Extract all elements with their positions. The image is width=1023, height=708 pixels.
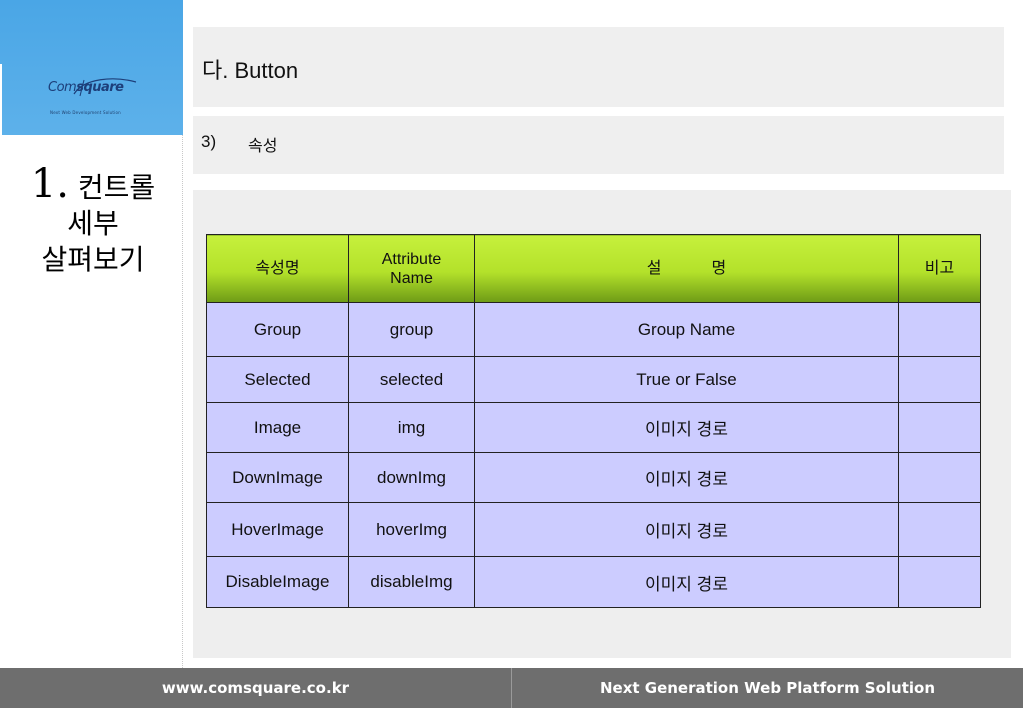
section-title-line1: 컨트롤	[77, 171, 156, 204]
section-title: 1. 컨트롤 세부 살펴보기	[8, 164, 178, 278]
section-number: 1.	[30, 161, 69, 207]
table-row: Group group Group Name	[206, 302, 981, 357]
page-title: 다. Button	[202, 58, 299, 83]
cell-attr: disableImg	[348, 556, 475, 608]
cell-attr: img	[348, 402, 475, 453]
cell-desc: True or False	[474, 356, 899, 403]
footer-url: www.comsquare.co.kr	[161, 679, 350, 697]
cell-name: HoverImage	[206, 502, 349, 557]
cell-name: Selected	[206, 356, 349, 403]
cell-desc: 이미지 경로	[474, 452, 899, 503]
logo-tagline: Next Web Development Solution	[50, 110, 121, 115]
logo-wordmark: Comsquare	[48, 80, 124, 95]
properties-table: 속성명 Attribute Name 설명 비고 Group group Grou…	[206, 234, 981, 608]
table-row: Image img 이미지 경로	[206, 402, 981, 453]
cell-name: Group	[206, 302, 349, 357]
col-header-note: 비고	[898, 234, 981, 303]
logo-text-com: Com	[48, 80, 77, 95]
section-title-line2: 세부	[67, 207, 119, 240]
cell-desc: Group Name	[474, 302, 899, 357]
cell-name: DisableImage	[206, 556, 349, 608]
subsection-number: 3)	[201, 132, 217, 151]
cell-name: Image	[206, 402, 349, 453]
table-row: DisableImage disableImg 이미지 경로	[206, 556, 981, 608]
page-title-bar: 다. Button	[193, 27, 1004, 107]
section-title-line3: 살펴보기	[41, 243, 145, 276]
cell-desc: 이미지 경로	[474, 556, 899, 608]
cell-attr: downImg	[348, 452, 475, 503]
col-header-attribute: Attribute Name	[348, 234, 475, 303]
cell-desc: 이미지 경로	[474, 402, 899, 453]
left-sidebar: Comsquare Next Web Development Solution …	[0, 0, 183, 668]
table-row: HoverImage hoverImg 이미지 경로	[206, 502, 981, 557]
col-header-name: 속성명	[206, 234, 349, 303]
subsection-bar: 3) 속성	[193, 116, 1004, 174]
cell-note	[898, 502, 981, 557]
table-row: Selected selected True or False	[206, 356, 981, 403]
cell-attr: hoverImg	[348, 502, 475, 557]
cell-desc: 이미지 경로	[474, 502, 899, 557]
cell-note	[898, 556, 981, 608]
cell-note	[898, 356, 981, 403]
table-row: DownImage downImg 이미지 경로	[206, 452, 981, 503]
footer-bar: www.comsquare.co.kr Next Generation Web …	[0, 668, 1023, 708]
cell-attr: selected	[348, 356, 475, 403]
cell-note	[898, 402, 981, 453]
cell-note	[898, 302, 981, 357]
cell-attr: group	[348, 302, 475, 357]
logo-text-square: square	[76, 80, 124, 95]
col-header-description: 설명	[474, 234, 899, 303]
brand-logo-panel: Comsquare Next Web Development Solution	[0, 0, 183, 135]
cell-note	[898, 452, 981, 503]
footer-slogan: Next Generation Web Platform Solution	[599, 679, 936, 697]
cell-name: DownImage	[206, 452, 349, 503]
table-header-row: 속성명 Attribute Name 설명 비고	[206, 234, 981, 303]
subsection-title: 속성	[248, 136, 278, 155]
